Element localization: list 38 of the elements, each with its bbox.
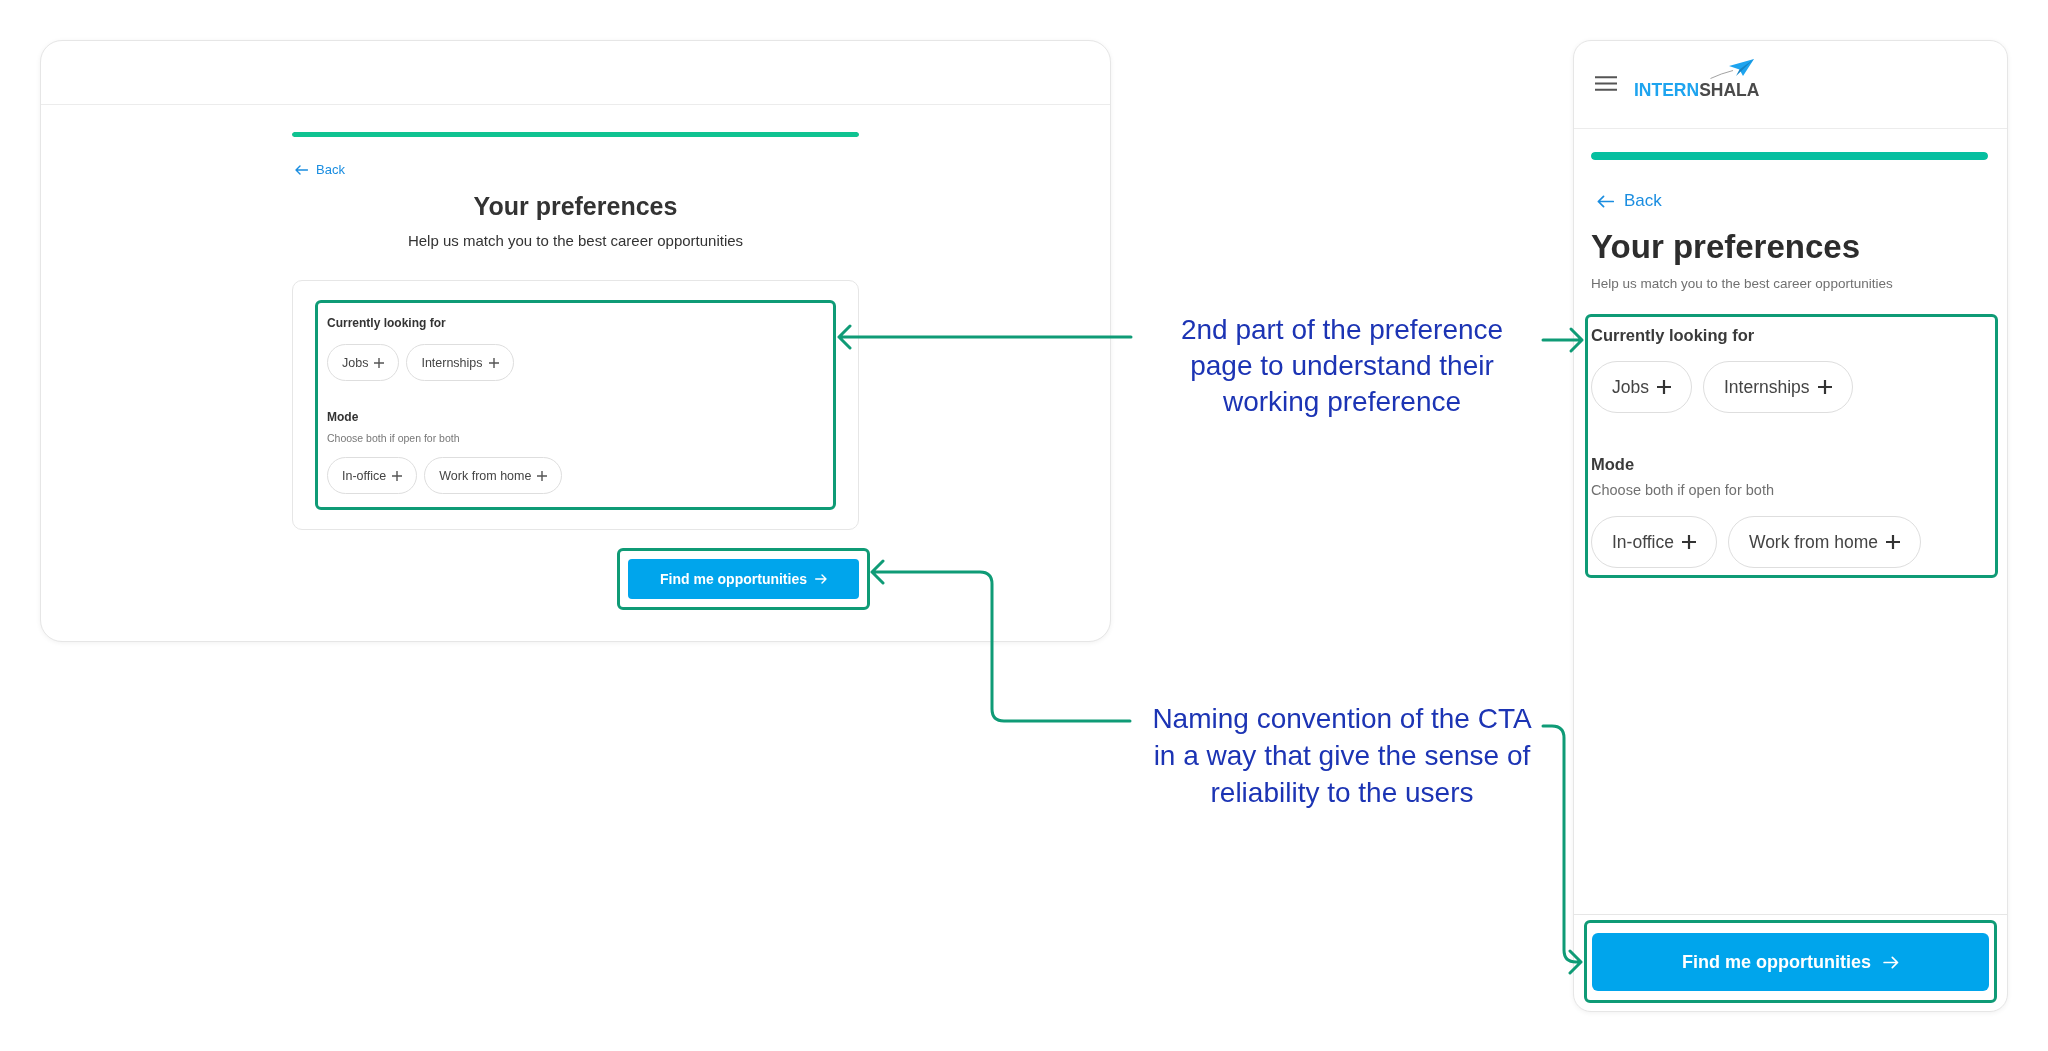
annotation-note: 2nd part of the preference page to understand their working preference xyxy=(1180,313,1504,419)
option-chip[interactable]: Jobs xyxy=(1591,361,1692,413)
option-chip[interactable]: Internships xyxy=(1702,361,1853,413)
option-chip[interactable]: Internships xyxy=(406,344,514,381)
right-arrow-icon xyxy=(815,574,827,584)
page-title: Your preferences xyxy=(472,191,679,221)
page-subtitle: Help us match you to the best career opportunities xyxy=(1591,275,1894,293)
option-chip[interactable]: Work from home xyxy=(1727,516,1921,568)
section-heading: Currently looking for xyxy=(1591,325,1756,345)
connector-arrow xyxy=(1541,327,1584,353)
left-arrow-icon xyxy=(295,165,308,175)
option-chip[interactable]: Jobs xyxy=(327,344,400,381)
left-arrow-icon xyxy=(1597,194,1614,208)
menu-icon[interactable] xyxy=(1595,76,1617,91)
plus-icon xyxy=(1656,380,1671,394)
section-hint: Choose both if open for both xyxy=(1591,481,1775,499)
page-title: Your preferences xyxy=(1591,227,1861,267)
plus-icon xyxy=(1885,535,1900,549)
logo-text: INTERNSHALA xyxy=(1634,80,1760,100)
paper-plane-icon xyxy=(1710,59,1755,79)
section-heading: Mode xyxy=(1591,454,1636,474)
annotation-note: Naming convention of the CTA in a way that give the sense of reliability to the users xyxy=(1152,702,1532,810)
plus-icon xyxy=(1681,535,1696,549)
section-hint: Choose both if open for both xyxy=(327,431,461,445)
option-chip[interactable]: In-office xyxy=(327,457,418,494)
back-link[interactable]: Back xyxy=(1591,190,1662,212)
right-arrow-icon xyxy=(1883,955,1899,969)
option-chip[interactable]: Work from home xyxy=(424,457,563,494)
plus-icon xyxy=(374,357,385,368)
option-chip[interactable]: In-office xyxy=(1591,516,1717,568)
plus-icon xyxy=(1817,380,1832,394)
plus-icon xyxy=(392,470,403,481)
back-link[interactable]: Back xyxy=(292,162,345,178)
page-subtitle: Help us match you to the best career opportunities xyxy=(406,231,745,251)
section-heading: Mode xyxy=(327,409,360,425)
plus-icon xyxy=(488,357,499,368)
plus-icon xyxy=(537,470,548,481)
section-heading: Currently looking for xyxy=(327,315,447,331)
